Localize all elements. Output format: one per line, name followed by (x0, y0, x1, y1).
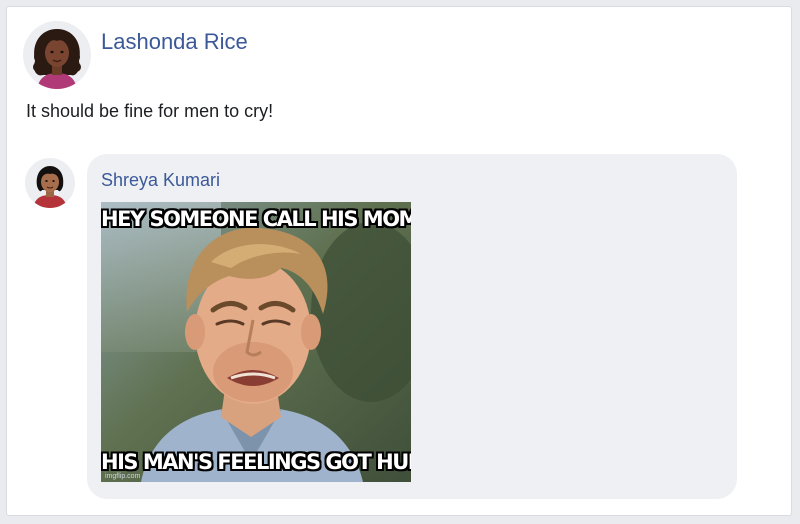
meme-image[interactable]: HEY SOMEONE CALL HIS MOM HIS MAN'S FEELI… (101, 202, 411, 482)
crying-man-photo (101, 202, 411, 482)
post-text: It should be fine for men to cry! (26, 101, 274, 121)
post-author-avatar[interactable] (23, 21, 91, 89)
comment-bubble: Shreya Kumari HEY SOMEONE CALL HIS MOM H… (87, 154, 737, 499)
meme-bottom-text: HIS MAN'S FEELINGS GOT HURT (101, 450, 411, 474)
meme-top-text: HEY SOMEONE CALL HIS MOM (101, 207, 411, 231)
woman-avatar-icon (23, 21, 91, 89)
comment-author-avatar[interactable] (25, 158, 75, 208)
post-author-name[interactable]: Lashonda Rice (101, 29, 248, 55)
comment-author-name[interactable]: Shreya Kumari (101, 170, 220, 191)
woman-avatar-icon (25, 158, 75, 208)
post-card: Lashonda Rice It should be fine for men … (6, 6, 792, 516)
meme-watermark: imgflip.com (105, 473, 141, 480)
